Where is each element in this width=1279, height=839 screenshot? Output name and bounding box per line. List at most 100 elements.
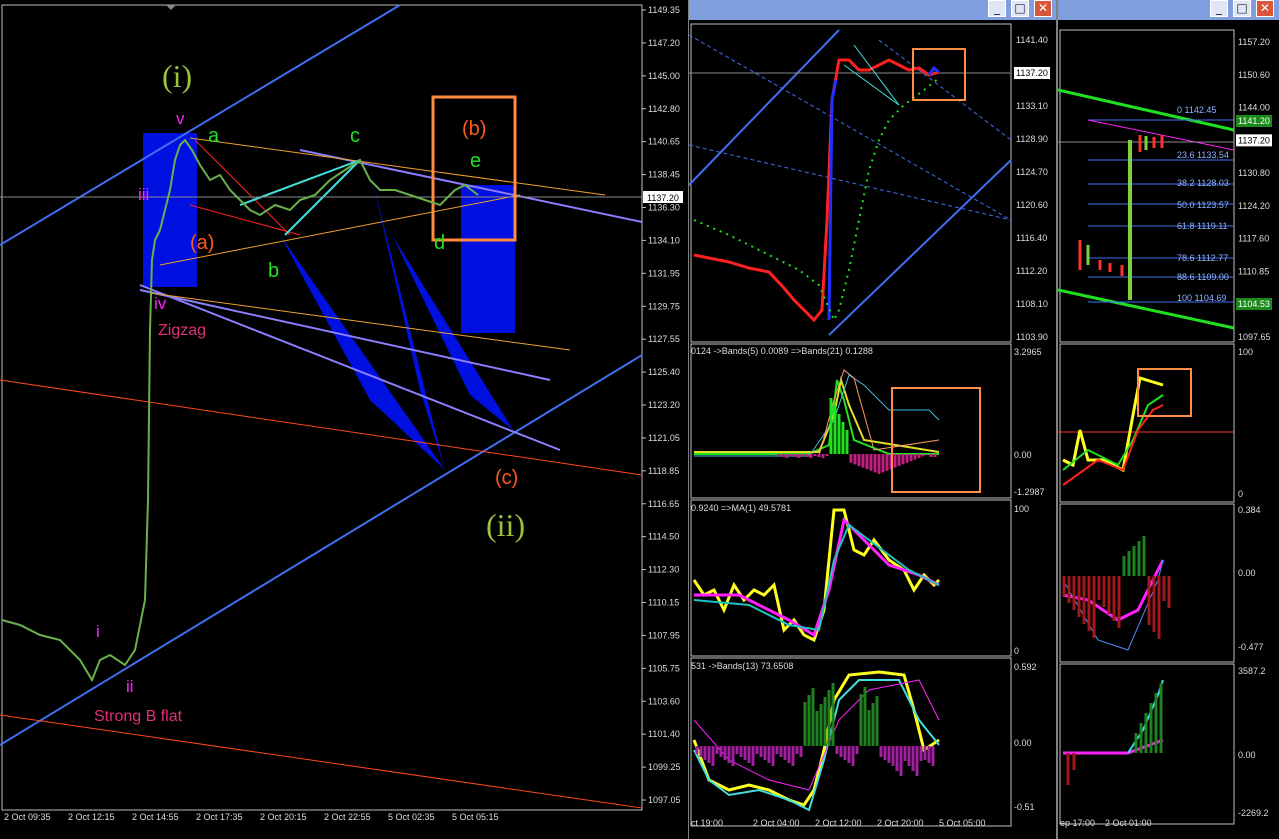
- middle-close-button[interactable]: ✕: [1034, 0, 1052, 17]
- strong-b-flat-label: Strong B flat: [94, 708, 183, 725]
- middle-current-price: 1137.20: [1016, 68, 1048, 78]
- main-price-tick: 1118.85: [648, 466, 679, 476]
- main-price-tick: 1125.40: [648, 367, 680, 377]
- main-price-tick: 1105.75: [648, 663, 680, 673]
- right-price-tick: 1097.65: [1238, 332, 1271, 342]
- main-price-tick: 1129.75: [648, 301, 680, 311]
- middle-price-tick: 1108.10: [1016, 299, 1048, 309]
- right-price-tick: 1117.60: [1238, 234, 1269, 244]
- wave-label-big-i: (i): [162, 58, 193, 94]
- fib-level-label: 88.6 1109.00: [1177, 272, 1229, 282]
- main-price-tick: 1136.30: [648, 203, 680, 213]
- middle-time-tick: 2 Oct 20:00: [877, 818, 924, 828]
- middle-price-tick: 1116.40: [1016, 233, 1047, 243]
- middle-indicator2-title: 0.9240 =>MA(1) 49.5781: [691, 503, 792, 513]
- fib-level-label: 0 1142.45: [1177, 105, 1216, 115]
- main-time-tick: 2 Oct 09:35: [4, 812, 51, 822]
- middle-ind3-tick: -0.51: [1014, 802, 1035, 812]
- middle-price-tick: 1120.60: [1016, 200, 1048, 210]
- right-ind2-tick: 0.00: [1238, 568, 1256, 578]
- middle-indicator1-title: 0124 ->Bands(5) 0.0089 =>Bands(21) 0.128…: [691, 346, 873, 356]
- wave-label-paren-b: (b): [462, 118, 487, 140]
- right-price-tick: 1157.20: [1238, 37, 1270, 47]
- middle-ind3-tick: 0.00: [1014, 738, 1032, 748]
- wave-label-c: c: [350, 125, 360, 147]
- fib-level-label: 50.0 1123.57: [1177, 200, 1229, 210]
- wave-label-iii: iii: [138, 185, 150, 204]
- middle-time-tick: 5 Oct 05:00: [939, 818, 986, 828]
- middle-time-tick: 2 Oct 12:00: [815, 818, 862, 828]
- main-price-tick: 1147.20: [648, 38, 680, 48]
- middle-price-tick: 1103.90: [1016, 332, 1048, 342]
- right-price-tick: 1130.80: [1238, 168, 1270, 178]
- middle-maximize-button[interactable]: □: [1011, 0, 1029, 17]
- right-time-tick: ep 17:00: [1060, 818, 1095, 828]
- right-ind3-tick: 0.00: [1238, 750, 1256, 760]
- fib-level-label: 61.8 1119.11: [1177, 221, 1228, 231]
- right-price-chart[interactable]: 0 1142.45 23.6 1133.54 38.2 1128.03 50.0 11…: [1058, 20, 1279, 839]
- main-chart-window[interactable]: 1149.35 1147.20 1145.00 1142.80 1140.65 1138.…: [0, 0, 688, 839]
- fib-level-label: 78.6 1112.77: [1177, 253, 1228, 263]
- middle-ind2-tick: 0: [1014, 646, 1019, 656]
- main-price-tick: 1114.50: [648, 532, 679, 542]
- wave-label-a: a: [208, 125, 220, 147]
- wave-label-paren-a: (a): [190, 232, 215, 254]
- main-price-tick: 1101.40: [648, 729, 680, 739]
- main-price-tick: 1140.65: [648, 137, 680, 147]
- right-ind3-tick: 3587.2: [1238, 666, 1266, 676]
- main-price-tick: 1142.80: [648, 104, 680, 114]
- wave-label-paren-c: (c): [495, 467, 519, 489]
- main-price-tick: 1145.00: [648, 71, 680, 81]
- right-chart-window[interactable]: 0 1142.45 23.6 1133.54 38.2 1128.03 50.0 11…: [1058, 20, 1279, 839]
- main-time-tick: 2 Oct 17:35: [196, 812, 243, 822]
- wave-label-iv: iv: [154, 294, 167, 313]
- right-price-tick: 1110.85: [1238, 266, 1269, 276]
- middle-chart-window[interactable]: 1141.40 1137.20 1133.10 1128.90 1124.70 1120.…: [689, 20, 1056, 839]
- main-price-tick: 1112.30: [648, 565, 679, 575]
- wave-label-d: d: [434, 232, 446, 254]
- main-price-tick: 1131.95: [648, 268, 680, 278]
- main-price-tick: 1116.65: [648, 499, 679, 509]
- middle-ind1-tick: 3.2965: [1014, 347, 1042, 357]
- middle-price-tick: 1112.20: [1016, 266, 1047, 276]
- main-time-tick: 5 Oct 02:35: [388, 812, 435, 822]
- middle-ind1-tick: 0.00: [1014, 450, 1032, 460]
- wave-label-b: b: [268, 260, 280, 282]
- right-price-tick: 1150.60: [1238, 70, 1270, 80]
- middle-time-tick: ct 19:00: [691, 818, 723, 828]
- fib-level-label: 23.6 1133.54: [1177, 150, 1229, 160]
- main-price-tick: 1127.55: [648, 334, 680, 344]
- right-current-price: 1137.20: [1238, 135, 1270, 145]
- right-ind2-tick: 0.384: [1238, 505, 1261, 515]
- main-price-tick: 1149.35: [648, 5, 680, 15]
- middle-price-chart[interactable]: 1141.40 1137.20 1133.10 1128.90 1124.70 1120.…: [689, 20, 1056, 839]
- middle-price-tick: 1141.40: [1016, 35, 1048, 45]
- wave-label-e: e: [470, 150, 482, 172]
- right-maximize-button[interactable]: □: [1233, 0, 1251, 17]
- wave-label-small-i: i: [96, 622, 100, 641]
- middle-price-tick: 1128.90: [1016, 134, 1048, 144]
- middle-time-tick: 2 Oct 04:00: [753, 818, 800, 828]
- right-close-button[interactable]: ✕: [1256, 0, 1274, 17]
- main-price-tick: 1103.60: [648, 696, 680, 706]
- middle-price-tick: 1124.70: [1016, 167, 1048, 177]
- fib-level-label: 38.2 1128.03: [1177, 178, 1229, 188]
- right-highlight-price: 1141.20: [1238, 116, 1270, 126]
- main-price-tick: 1134.10: [648, 235, 680, 245]
- zigzag-label: Zigzag: [158, 322, 207, 339]
- right-ind3-tick: -2269.2: [1238, 808, 1269, 818]
- main-price-tick: 1110.15: [648, 598, 679, 608]
- right-ind2-tick: -0.477: [1238, 642, 1264, 652]
- middle-minimize-button[interactable]: _: [988, 0, 1006, 17]
- main-time-tick: 2 Oct 12:15: [68, 812, 115, 822]
- right-price-tick: 1144.00: [1238, 103, 1270, 113]
- main-time-tick: 2 Oct 22:55: [324, 812, 371, 822]
- main-time-tick: 2 Oct 20:15: [260, 812, 307, 822]
- middle-ind1-tick: -1.2987: [1014, 487, 1045, 497]
- main-current-price: 1137.20: [647, 193, 679, 203]
- main-time-tick: 2 Oct 14:55: [132, 812, 179, 822]
- right-minimize-button[interactable]: _: [1210, 0, 1228, 17]
- main-time-tick: 5 Oct 05:15: [452, 812, 499, 822]
- right-ind1-tick: 100: [1238, 347, 1253, 357]
- main-price-tick: 1138.45: [648, 170, 680, 180]
